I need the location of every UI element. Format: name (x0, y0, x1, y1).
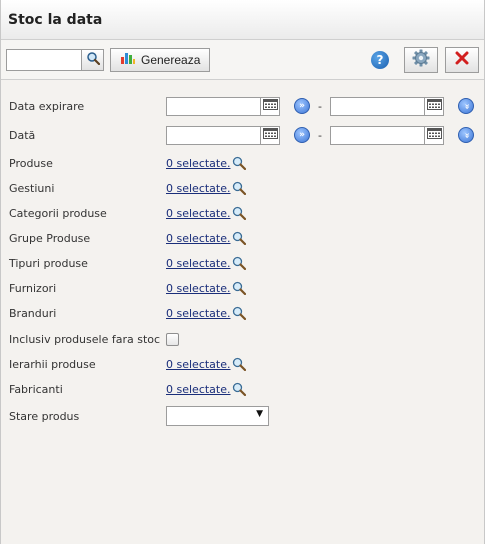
search-button[interactable] (82, 48, 104, 71)
row-grupe: Grupe Produse 0 selectate. (9, 228, 476, 248)
range-separator: - (318, 128, 322, 142)
search-input[interactable] (6, 48, 82, 71)
double-down-icon: » (461, 132, 472, 138)
search-icon (86, 51, 100, 68)
grupe-link[interactable]: 0 selectate. (166, 232, 231, 245)
row-ierarhii: Ierarhii produse 0 selectate. (9, 354, 476, 374)
selector-label: Fabricanti (9, 382, 63, 396)
dropdown-arrow-icon: ▼ (256, 409, 263, 419)
settings-button[interactable] (404, 46, 438, 73)
row-furnizori: Furnizori 0 selectate. (9, 278, 476, 298)
close-button[interactable] (445, 46, 479, 73)
chart-icon (121, 52, 135, 67)
report-window: Stoc la data Genereaza ? Data expirare »… (0, 0, 485, 544)
row-gestiuni: Gestiuni 0 selectate. (9, 178, 476, 198)
magnifier-icon[interactable] (232, 156, 246, 170)
generate-button[interactable]: Genereaza (110, 47, 211, 72)
window-title: Stoc la data (8, 11, 103, 28)
fabricanti-link[interactable]: 0 selectate. (166, 383, 231, 396)
double-right-icon: » (299, 100, 305, 111)
calendar-icon (426, 99, 442, 113)
selector-label: Ierarhii produse (9, 357, 96, 371)
inclusiv-checkbox[interactable] (166, 332, 179, 346)
magnifier-icon[interactable] (232, 306, 246, 320)
data-expirare-from-calendar[interactable] (261, 96, 280, 116)
row-inclusiv: Inclusiv produsele fara stoc (9, 329, 476, 349)
magnifier-icon[interactable] (232, 231, 246, 245)
data-expirare-from-input[interactable] (166, 96, 261, 116)
gear-icon (412, 49, 430, 70)
magnifier-icon[interactable] (232, 281, 246, 295)
selector-label: Furnizori (9, 281, 57, 295)
data-to-calendar[interactable] (425, 125, 444, 145)
selector-label: Categorii produse (9, 206, 107, 220)
produse-link[interactable]: 0 selectate. (166, 157, 231, 170)
stare-label: Stare produs (9, 409, 80, 423)
magnifier-icon[interactable] (232, 256, 246, 270)
categorii-link[interactable]: 0 selectate. (166, 207, 231, 220)
row-stare: Stare produs ▼ (9, 406, 476, 426)
row-data: Dată » - » (9, 125, 476, 145)
selector-label: Grupe Produse (9, 231, 91, 245)
data-expirare-copy-button[interactable]: » (294, 98, 310, 114)
toolbar: Genereaza ? (1, 40, 484, 80)
data-expirare-label: Data expirare (9, 99, 85, 113)
row-data-expirare: Data expirare » - » (9, 96, 476, 116)
row-tipuri: Tipuri produse 0 selectate. (9, 253, 476, 273)
branduri-link[interactable]: 0 selectate. (166, 307, 231, 320)
double-down-icon: » (461, 103, 472, 109)
inclusiv-label: Inclusiv produsele fara stoc (9, 332, 161, 346)
row-fabricanti: Fabricanti 0 selectate. (9, 379, 476, 399)
data-from-calendar[interactable] (261, 125, 280, 145)
range-separator: - (318, 99, 322, 113)
data-expirare-expand-button[interactable]: » (458, 98, 474, 114)
tipuri-link[interactable]: 0 selectate. (166, 257, 231, 270)
calendar-icon (426, 128, 442, 142)
magnifier-icon[interactable] (232, 181, 246, 195)
selector-label: Produse (9, 156, 53, 170)
selector-label: Tipuri produse (9, 256, 88, 270)
close-icon (455, 51, 469, 68)
selector-label: Branduri (9, 306, 57, 320)
row-categorii: Categorii produse 0 selectate. (9, 203, 476, 223)
data-expand-button[interactable]: » (458, 127, 474, 143)
double-right-icon: » (299, 129, 305, 140)
gestiuni-link[interactable]: 0 selectate. (166, 182, 231, 195)
row-branduri: Branduri 0 selectate. (9, 303, 476, 323)
stare-select[interactable]: ▼ (166, 406, 269, 426)
magnifier-icon[interactable] (232, 357, 246, 371)
row-produse: Produse 0 selectate. (9, 153, 476, 173)
calendar-icon (262, 128, 278, 142)
selector-label: Gestiuni (9, 181, 55, 195)
furnizori-link[interactable]: 0 selectate. (166, 282, 231, 295)
magnifier-icon[interactable] (232, 382, 246, 396)
generate-label: Genereaza (141, 52, 201, 67)
title-bar: Stoc la data (1, 0, 484, 40)
data-from-input[interactable] (166, 125, 261, 145)
ierarhii-link[interactable]: 0 selectate. (166, 358, 231, 371)
help-icon[interactable]: ? (371, 50, 389, 69)
data-expirare-to-input[interactable] (330, 96, 425, 116)
data-to-input[interactable] (330, 125, 425, 145)
magnifier-icon[interactable] (232, 206, 246, 220)
data-label: Dată (9, 128, 36, 142)
data-expirare-to-calendar[interactable] (425, 96, 444, 116)
data-copy-button[interactable]: » (294, 127, 310, 143)
calendar-icon (262, 99, 278, 113)
